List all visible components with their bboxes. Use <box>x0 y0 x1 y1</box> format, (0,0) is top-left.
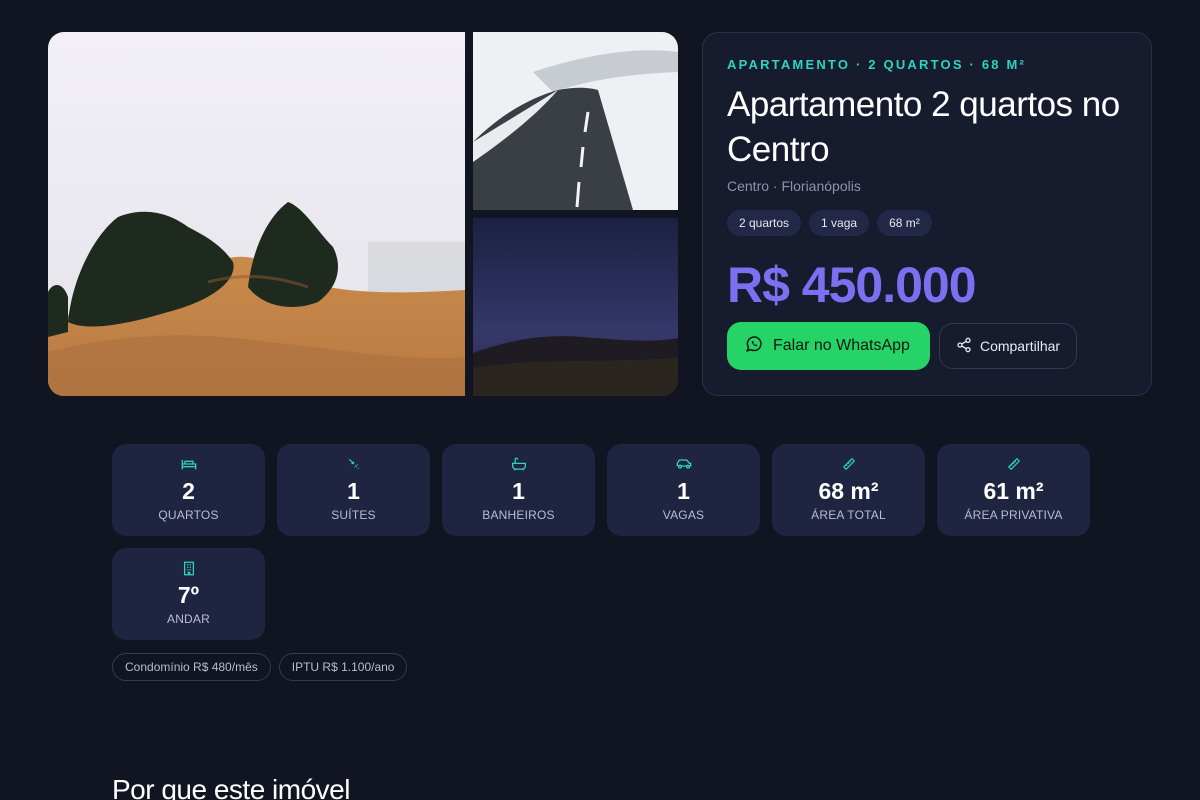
bathtub-icon <box>511 456 527 472</box>
feature-value: 61 m² <box>983 478 1044 504</box>
feature-card: 68 m² ÁREA TOTAL <box>772 444 925 536</box>
gallery-photo-road[interactable] <box>473 32 678 210</box>
feature-label: ÁREA TOTAL <box>811 508 886 522</box>
listing-eyebrow: APARTAMENTO · 2 QUARTOS · 68 M² <box>727 57 1027 72</box>
feature-label: QUARTOS <box>158 508 219 522</box>
listing-actions: Falar no WhatsApp Compartilhar <box>727 322 1127 370</box>
fee-iptu: IPTU R$ 1.100/ano <box>278 653 408 681</box>
ruler-icon <box>842 456 856 472</box>
feature-card: 2 QUARTOS <box>112 444 265 536</box>
feature-value: 68 m² <box>818 478 879 504</box>
feature-label: ANDAR <box>166 612 210 626</box>
listing-location: Centro · Florianópolis <box>727 178 861 194</box>
section-title: Por que este imóvel <box>112 774 350 800</box>
chip-area: 68 m² <box>877 210 932 236</box>
feature-card: 1 SUÍTES <box>277 444 430 536</box>
feature-card: 1 BANHEIROS <box>442 444 595 536</box>
gallery-photo-night[interactable] <box>473 218 678 396</box>
features-grid: 2 QUARTOS 1 SUÍTES 1 BANHEIROS 1 VAGAS 6… <box>112 444 1102 640</box>
feature-value: 1 <box>512 478 525 504</box>
fee-condominium: Condomínio R$ 480/mês <box>112 653 271 681</box>
feature-label: SUÍTES <box>331 508 376 522</box>
listing-card: APARTAMENTO · 2 QUARTOS · 68 M² Apartame… <box>702 32 1152 396</box>
share-button[interactable]: Compartilhar <box>938 323 1078 369</box>
building-icon <box>183 560 195 576</box>
bed-icon <box>181 456 197 472</box>
feature-value: 1 <box>677 478 690 504</box>
ruler-icon <box>1007 456 1021 472</box>
whatsapp-button-label: Falar no WhatsApp <box>773 337 910 354</box>
feature-card: 7º ANDAR <box>112 548 265 640</box>
shower-icon <box>347 456 361 472</box>
feature-value: 2 <box>182 478 195 504</box>
chip-bedrooms: 2 quartos <box>727 210 802 236</box>
feature-value: 7º <box>177 582 200 608</box>
features-section: 2 QUARTOS 1 SUÍTES 1 BANHEIROS 1 VAGAS 6… <box>112 444 1102 681</box>
feature-label: BANHEIROS <box>482 508 555 522</box>
whatsapp-icon <box>745 335 763 358</box>
feature-value: 1 <box>347 478 360 504</box>
chip-parking: 1 vaga <box>809 210 870 236</box>
car-icon <box>676 456 692 472</box>
photo-gallery <box>48 32 678 396</box>
feature-card: 61 m² ÁREA PRIVATIVA <box>937 444 1090 536</box>
feature-card: 1 VAGAS <box>607 444 760 536</box>
feature-label: ÁREA PRIVATIVA <box>964 508 1063 522</box>
share-button-label: Compartilhar <box>979 338 1061 354</box>
listing-price: R$ 450.000 <box>727 257 977 313</box>
fees-row: Condomínio R$ 480/mês IPTU R$ 1.100/ano <box>112 653 1102 681</box>
share-icon <box>956 337 972 356</box>
listing-title: Apartamento 2 quartos no Centro <box>727 85 1120 169</box>
whatsapp-button[interactable]: Falar no WhatsApp <box>727 322 930 370</box>
feature-label: VAGAS <box>662 508 705 522</box>
listing-chips: 2 quartos 1 vaga 68 m² <box>727 210 1127 236</box>
gallery-photo-main[interactable] <box>48 32 465 396</box>
